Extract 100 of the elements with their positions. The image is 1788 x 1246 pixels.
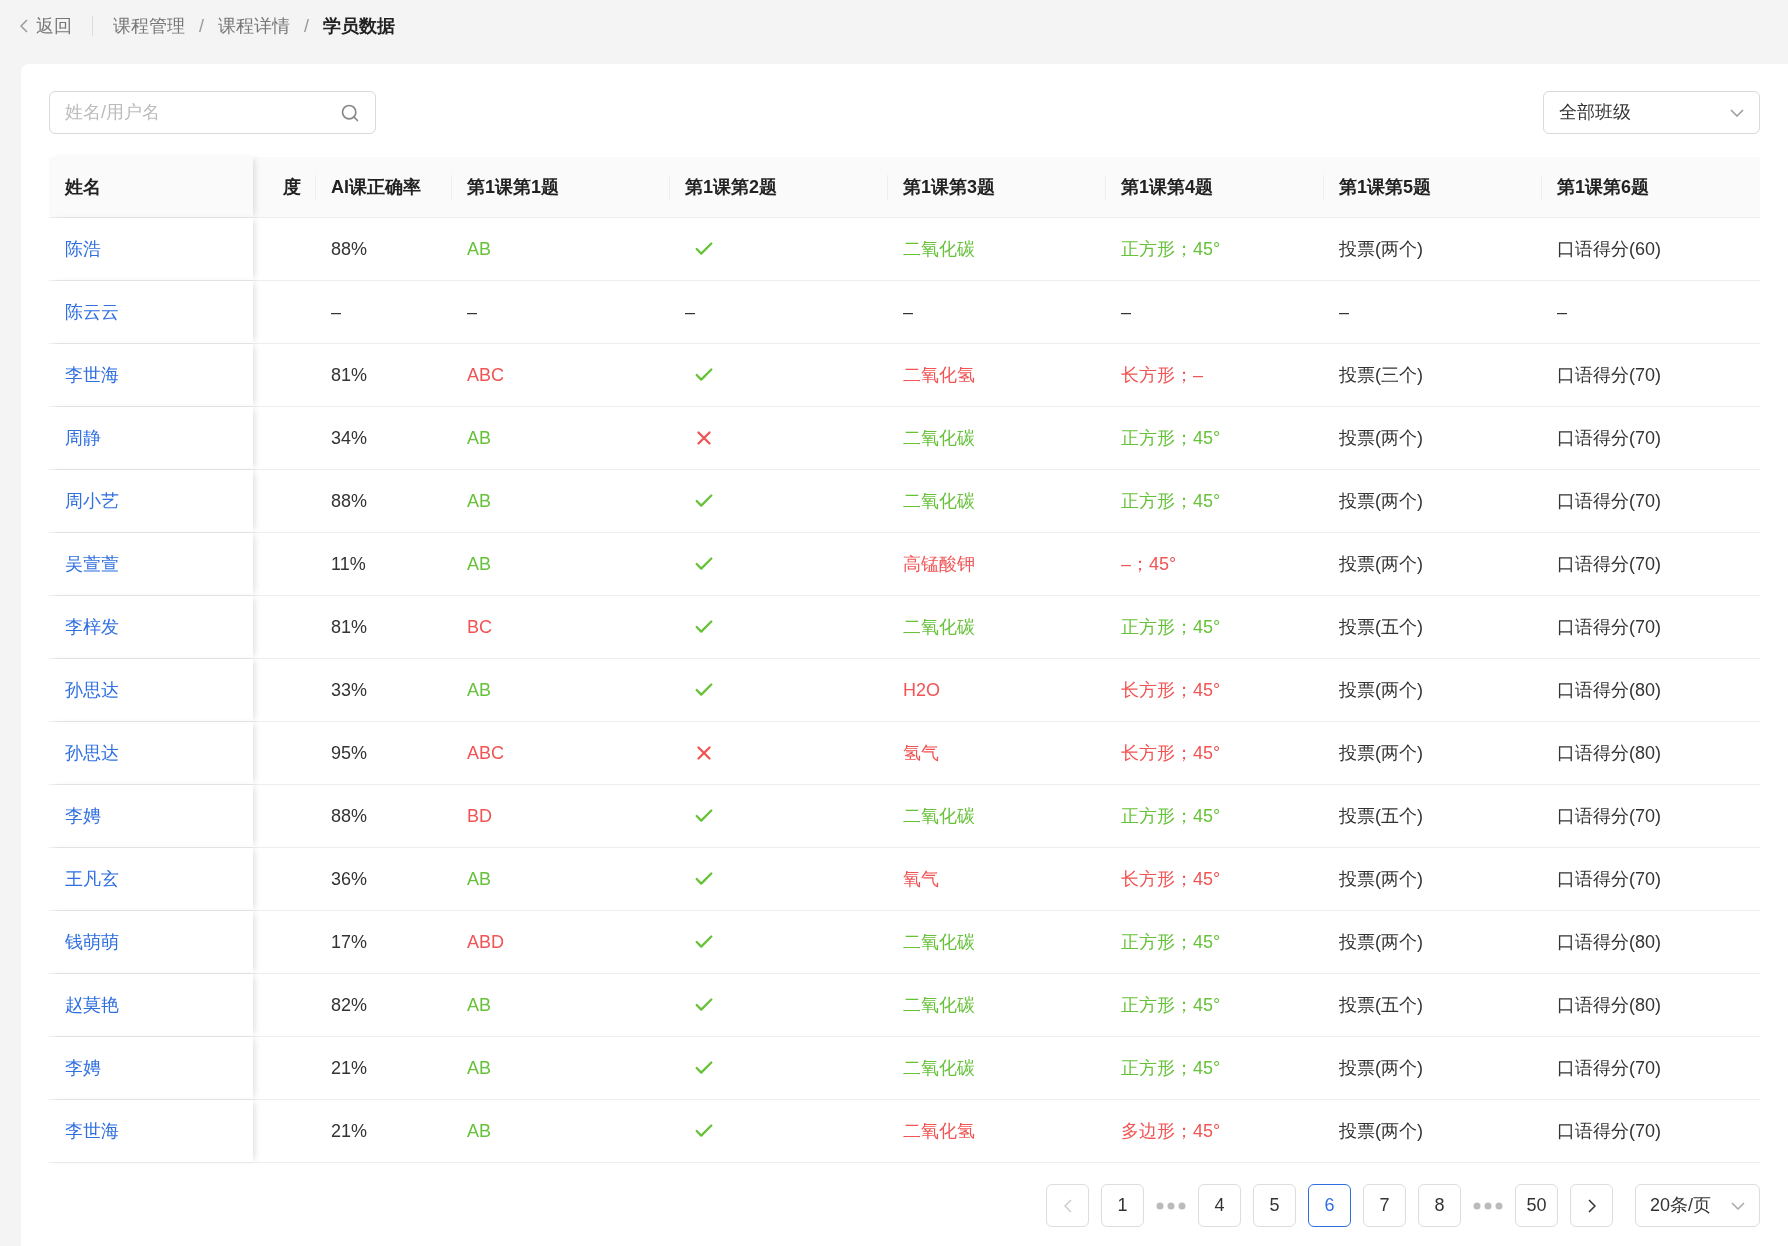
student-name-link[interactable]: 王凡玄 <box>65 865 119 893</box>
breadcrumb-item[interactable]: 课程管理 <box>113 12 185 40</box>
column-header: 第1课第2题 <box>685 175 778 199</box>
answer-text: 长方形；45° <box>1121 867 1221 891</box>
answer-text: 正方形；45° <box>1121 1056 1221 1080</box>
breadcrumb-item: 学员数据 <box>323 14 396 38</box>
student-name-link[interactable]: 孙思达 <box>65 739 119 767</box>
page-button[interactable]: 7 <box>1363 1184 1406 1227</box>
answer-text: 投票(两个) <box>1339 930 1423 954</box>
column-header: AI课正确率 <box>331 175 421 199</box>
answer-text: 长方形；45° <box>1121 678 1221 702</box>
page-button[interactable]: 6 <box>1308 1184 1351 1227</box>
accuracy-text: 34% <box>331 426 368 450</box>
answer-text: AB <box>467 237 491 261</box>
accuracy-text: 88% <box>331 804 368 828</box>
next-page-button[interactable] <box>1570 1184 1613 1227</box>
answer-text: AB <box>467 993 491 1017</box>
student-name-link[interactable]: 李娉 <box>65 802 101 830</box>
answer-text: 投票(五个) <box>1339 993 1423 1017</box>
answer-text: 二氧化碳 <box>903 993 975 1017</box>
answer-text: 投票(两个) <box>1339 552 1423 576</box>
student-name-link[interactable]: 周静 <box>65 424 101 452</box>
page-button[interactable]: 4 <box>1198 1184 1241 1227</box>
answer-text: – <box>1339 300 1349 324</box>
answer-text: 投票(两个) <box>1339 1056 1423 1080</box>
answer-text: AB <box>467 489 491 513</box>
column-header: 第1课第4题 <box>1121 175 1214 199</box>
answer-text: BC <box>467 615 492 639</box>
student-name-link[interactable]: 陈浩 <box>65 235 101 263</box>
accuracy-text: 81% <box>331 363 368 387</box>
page-size-select[interactable]: 20条/页 <box>1635 1184 1760 1227</box>
accuracy-text: 21% <box>331 1119 368 1143</box>
answer-text: BD <box>467 804 492 828</box>
answer-text: 长方形；45° <box>1121 741 1221 765</box>
column-header: 第1课第5题 <box>1339 175 1432 199</box>
answer-text: 口语得分(60) <box>1557 237 1661 261</box>
answer-text: 氧气 <box>903 867 939 891</box>
back-link[interactable]: 返回 <box>20 12 72 40</box>
answer-text: AB <box>467 552 491 576</box>
column-header: 度 <box>283 175 301 199</box>
answer-text: 多边形；45° <box>1121 1119 1221 1143</box>
page-button[interactable]: 5 <box>1253 1184 1296 1227</box>
student-name-link[interactable]: 赵莫艳 <box>65 991 119 1019</box>
chevron-left-icon <box>1063 1198 1072 1213</box>
answer-text: 正方形；45° <box>1121 615 1221 639</box>
answer-text: 二氧化碳 <box>903 804 975 828</box>
page-button[interactable]: 8 <box>1418 1184 1461 1227</box>
answer-text: 二氧化氢 <box>903 1119 975 1143</box>
answer-text: 二氧化碳 <box>903 237 975 261</box>
column-header: 第1课第1题 <box>467 175 560 199</box>
answer-text: 口语得分(70) <box>1557 489 1661 513</box>
column-header: 姓名 <box>65 175 101 199</box>
column-header: 第1课第3题 <box>903 175 996 199</box>
answer-text: 口语得分(70) <box>1557 552 1661 576</box>
answer-text: – <box>467 300 477 324</box>
answer-text: 正方形；45° <box>1121 426 1221 450</box>
breadcrumb-item[interactable]: 课程详情 <box>218 12 290 40</box>
answer-text: 正方形；45° <box>1121 993 1221 1017</box>
chevron-right-icon <box>1587 1198 1596 1213</box>
student-name-link[interactable]: 钱萌萌 <box>65 928 119 956</box>
answer-text: 正方形；45° <box>1121 804 1221 828</box>
student-name-link[interactable]: 吴萱萱 <box>65 550 119 578</box>
answer-text: – <box>1121 300 1131 324</box>
answer-text: 投票(两个) <box>1339 426 1423 450</box>
student-name-link[interactable]: 李世海 <box>65 1117 119 1145</box>
answer-text: 投票(两个) <box>1339 489 1423 513</box>
accuracy-text: 36% <box>331 867 368 891</box>
answer-text: 正方形；45° <box>1121 489 1221 513</box>
answer-text: 口语得分(70) <box>1557 1119 1661 1143</box>
breadcrumb-separator: / <box>304 14 310 38</box>
chevron-down-icon <box>1731 1201 1745 1210</box>
accuracy-text: 95% <box>331 741 368 765</box>
student-name-link[interactable]: 陈云云 <box>65 298 119 326</box>
answer-text: AB <box>467 1056 491 1080</box>
answer-text: 高锰酸钾 <box>903 552 975 576</box>
student-name-link[interactable]: 周小艺 <box>65 487 119 515</box>
answer-text: 投票(三个) <box>1339 363 1423 387</box>
class-select[interactable]: 全部班级 <box>1543 91 1760 134</box>
student-name-link[interactable]: 孙思达 <box>65 676 119 704</box>
column-header: 第1课第6题 <box>1557 175 1650 199</box>
search-box[interactable]: 姓名/用户名 <box>49 91 376 134</box>
answer-text: – <box>903 300 913 324</box>
student-name-link[interactable]: 李梓发 <box>65 613 119 641</box>
breadcrumb-separator: / <box>199 14 204 38</box>
answer-text: 投票(五个) <box>1339 615 1423 639</box>
student-name-link[interactable]: 李娉 <box>65 1054 101 1082</box>
page-button[interactable]: 1 <box>1101 1184 1144 1227</box>
answer-text: AB <box>467 678 491 702</box>
accuracy-text: 88% <box>331 489 368 513</box>
search-field[interactable]: 姓名/用户名 <box>65 99 340 126</box>
accuracy-text: 17% <box>331 930 368 954</box>
answer-text: 二氧化氢 <box>903 363 975 387</box>
back-icon <box>20 19 28 33</box>
chevron-down-icon <box>1730 108 1744 117</box>
answer-text: 投票(两个) <box>1339 1119 1423 1143</box>
page-button[interactable]: 50 <box>1515 1184 1558 1227</box>
accuracy-text: 11% <box>331 552 366 576</box>
answer-text: – <box>685 300 695 324</box>
answer-text: –；45° <box>1121 552 1177 576</box>
student-name-link[interactable]: 李世海 <box>65 361 119 389</box>
